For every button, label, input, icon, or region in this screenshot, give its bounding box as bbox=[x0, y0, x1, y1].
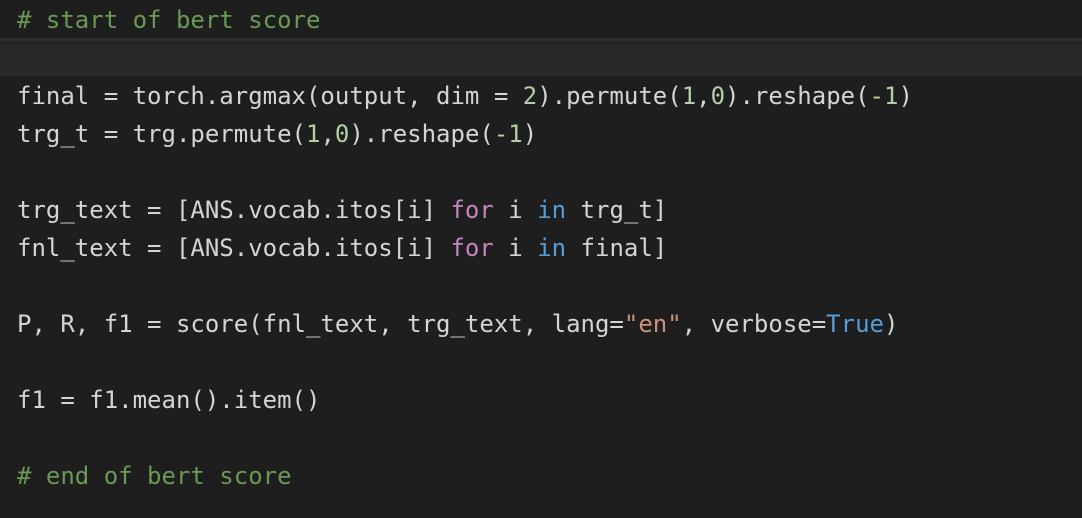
code-token-default: ) bbox=[522, 120, 538, 148]
code-token-default: ) bbox=[898, 82, 913, 110]
code-token-default: , bbox=[696, 82, 711, 110]
cell-separator bbox=[0, 38, 1082, 42]
code-token-default: ).reshape( bbox=[349, 120, 494, 148]
code-token-number: 1 bbox=[681, 82, 697, 110]
code-line-final[interactable]: final = torch.argmax(output, dim = 2).pe… bbox=[17, 80, 913, 112]
code-token-default: final] bbox=[566, 234, 668, 262]
code-line-trg-text[interactable]: trg_text = [ANS.vocab.itos[i] for i in t… bbox=[17, 194, 667, 226]
code-line-comment-end[interactable]: # end of bert score bbox=[17, 460, 292, 492]
code-token-default: ) bbox=[883, 310, 899, 338]
code-token-default: , verbose= bbox=[681, 310, 827, 338]
code-token-number: 1 bbox=[305, 120, 321, 148]
code-line-f1-mean[interactable]: f1 = f1.mean().item() bbox=[17, 384, 320, 416]
code-token-default: trg_t = trg.permute( bbox=[17, 120, 306, 148]
code-token-default: i bbox=[493, 196, 538, 224]
code-token-default: i bbox=[493, 234, 538, 262]
code-token-op: in bbox=[537, 234, 567, 262]
code-token-number: -1 bbox=[493, 120, 523, 148]
code-token-comment: # start of bert score bbox=[17, 6, 321, 34]
code-token-string: "en" bbox=[623, 310, 682, 338]
code-line-fnl-text[interactable]: fnl_text = [ANS.vocab.itos[i] for i in f… bbox=[17, 232, 667, 264]
code-token-default: P, R, f1 = score(fnl_text, trg_text, lan… bbox=[17, 310, 624, 338]
code-token-default: , bbox=[320, 120, 335, 148]
code-token-default: ).reshape( bbox=[725, 82, 870, 110]
code-token-default: trg_t] bbox=[566, 196, 668, 224]
code-token-default: trg_text = [ANS.vocab.itos[i] bbox=[17, 196, 451, 224]
code-token-default: f1 = f1.mean().item() bbox=[17, 386, 321, 414]
code-token-number: 0 bbox=[334, 120, 350, 148]
code-token-default: fnl_text = [ANS.vocab.itos[i] bbox=[17, 234, 451, 262]
code-token-number: 0 bbox=[710, 82, 726, 110]
current-line-highlight bbox=[0, 44, 1082, 76]
code-editor[interactable]: # start of bert score final = torch.argm… bbox=[0, 0, 1082, 518]
code-line-trg-t[interactable]: trg_t = trg.permute(1,0).reshape(-1) bbox=[17, 118, 537, 150]
code-line-comment-start[interactable]: # start of bert score bbox=[17, 4, 320, 36]
code-token-const: True bbox=[826, 310, 884, 338]
code-line-score[interactable]: P, R, f1 = score(fnl_text, trg_text, lan… bbox=[17, 308, 898, 340]
code-token-keyword: for bbox=[450, 234, 494, 262]
code-token-default: ).permute( bbox=[537, 82, 682, 110]
code-token-number: 2 bbox=[522, 82, 538, 110]
code-token-comment: # end of bert score bbox=[17, 462, 292, 490]
code-token-number: -1 bbox=[869, 82, 899, 110]
code-token-default: final = torch.argmax(output, dim = bbox=[17, 82, 523, 110]
code-token-keyword: for bbox=[450, 196, 494, 224]
code-token-op: in bbox=[537, 196, 567, 224]
